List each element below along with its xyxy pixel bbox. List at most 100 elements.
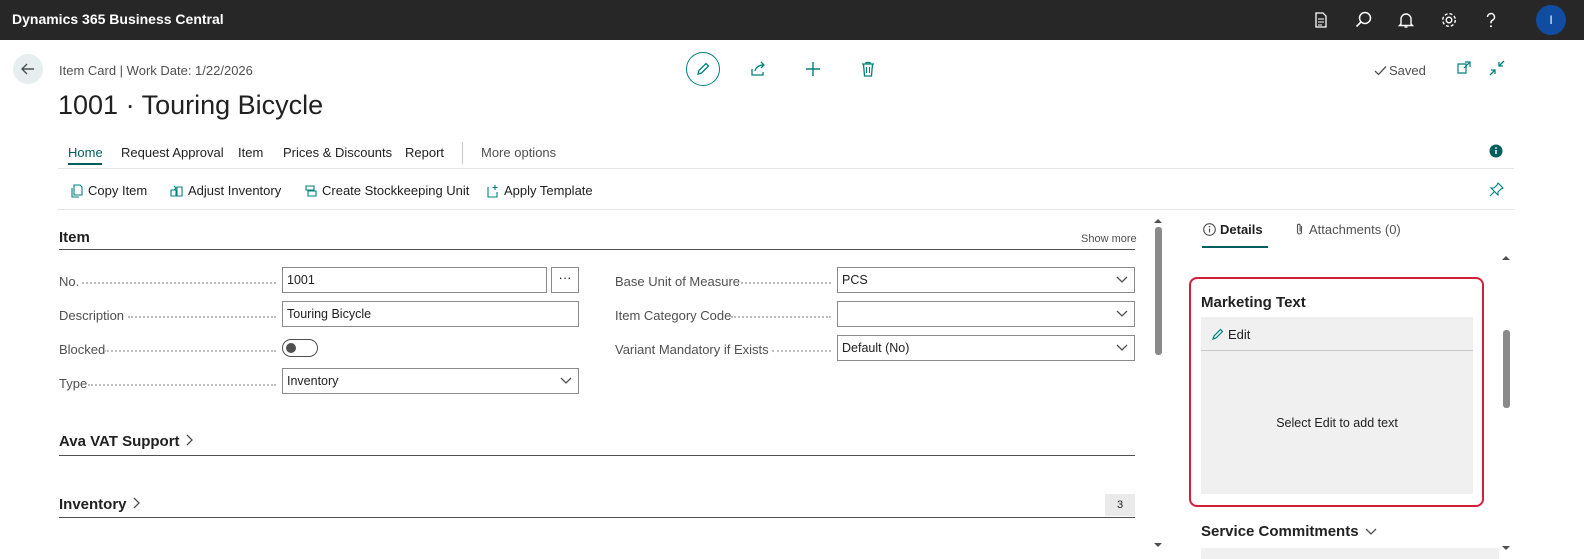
- divider: [58, 168, 1514, 169]
- chevron-down-icon: [560, 377, 572, 384]
- info-icon[interactable]: [1489, 144, 1507, 162]
- create-stockkeeping-unit-label: Create Stockkeeping Unit: [322, 183, 470, 198]
- inventory-icon: [170, 185, 183, 197]
- leader-dots: [88, 378, 276, 386]
- divider: [58, 209, 1514, 210]
- service-commitments-label: Service Commitments: [1201, 523, 1359, 540]
- item-category-select[interactable]: [837, 301, 1135, 327]
- marketing-text-pane: [1201, 317, 1473, 494]
- saved-label: Saved: [1389, 63, 1426, 78]
- leader-dots: [737, 276, 831, 284]
- template-icon: [487, 185, 498, 198]
- leader-dots: [772, 344, 831, 352]
- tab-details[interactable]: Details: [1203, 222, 1263, 237]
- field-label-type: Type: [59, 376, 88, 391]
- section-divider: [59, 455, 1135, 456]
- item-section-title[interactable]: Item: [59, 229, 90, 246]
- open-new-window-icon[interactable]: [1456, 60, 1474, 78]
- add-icon[interactable]: [804, 60, 822, 78]
- edit-button[interactable]: [686, 52, 720, 86]
- tab-request-approval[interactable]: Request Approval: [121, 145, 224, 160]
- assist-edit-button[interactable]: ···: [551, 267, 579, 293]
- back-button[interactable]: [13, 54, 43, 84]
- tab-attachments[interactable]: Attachments (0): [1294, 222, 1401, 237]
- adjust-inventory-label: Adjust Inventory: [188, 183, 282, 198]
- leader-dots: [104, 344, 276, 352]
- chevron-down-icon: [1365, 528, 1377, 535]
- show-more-link[interactable]: Show more: [1081, 233, 1137, 245]
- apply-template-action[interactable]: Apply Template: [486, 183, 593, 198]
- inventory-label: Inventory: [59, 496, 127, 513]
- service-commitments-title[interactable]: Service Commitments: [1201, 523, 1377, 540]
- pin-icon[interactable]: [1489, 182, 1507, 200]
- copy-item-label: Copy Item: [88, 183, 148, 198]
- tab-more-options[interactable]: More options: [481, 145, 556, 160]
- no-field[interactable]: 1001: [282, 267, 547, 293]
- base-unit-select[interactable]: PCS: [837, 267, 1135, 293]
- breadcrumb: Item Card | Work Date: 1/22/2026: [59, 63, 253, 78]
- scroll-down-icon[interactable]: [1501, 544, 1511, 552]
- top-bar: Dynamics 365 Business Central I: [0, 0, 1584, 40]
- pencil-icon: [1212, 328, 1224, 340]
- tab-attachments-label: Attachments (0): [1309, 222, 1401, 237]
- section-divider: [59, 249, 1135, 250]
- copy-item-action[interactable]: Copy Item: [70, 183, 147, 198]
- avatar[interactable]: I: [1536, 5, 1566, 35]
- tab-divider: [462, 142, 463, 164]
- inventory-section-title[interactable]: Inventory: [59, 496, 141, 513]
- blocked-toggle[interactable]: [282, 339, 318, 357]
- scroll-up-icon[interactable]: [1501, 254, 1511, 262]
- leader-dots: [731, 310, 831, 318]
- service-commitments-pane: [1201, 548, 1499, 559]
- chevron-right-icon: [186, 434, 193, 446]
- search-icon[interactable]: [1354, 10, 1374, 30]
- field-label-base-unit: Base Unit of Measure: [615, 274, 741, 289]
- chevron-down-icon: [1116, 276, 1128, 283]
- app-brand[interactable]: Dynamics 365 Business Central: [12, 11, 224, 27]
- collapse-icon[interactable]: [1489, 60, 1507, 78]
- document-icon[interactable]: [1311, 10, 1331, 30]
- pencil-icon: [697, 62, 710, 75]
- description-field[interactable]: Touring Bicycle: [282, 301, 579, 327]
- field-label-no: No.: [59, 274, 80, 289]
- main-scroll-thumb[interactable]: [1155, 227, 1162, 355]
- adjust-inventory-action[interactable]: Adjust Inventory: [170, 183, 281, 198]
- tab-item[interactable]: Item: [238, 145, 263, 160]
- paperclip-icon: [1296, 223, 1303, 235]
- info-outline-icon: [1203, 223, 1216, 236]
- ava-vat-section-title[interactable]: Ava VAT Support: [59, 433, 194, 450]
- share-icon[interactable]: [749, 60, 767, 78]
- variant-mandatory-value: Default (No): [842, 341, 910, 355]
- create-stockkeeping-unit-action[interactable]: Create Stockkeeping Unit: [304, 183, 469, 198]
- active-tab-indicator: [68, 163, 102, 165]
- factbox-scroll-thumb[interactable]: [1503, 330, 1510, 408]
- chevron-right-icon: [133, 497, 140, 509]
- arrow-left-icon: [21, 63, 34, 75]
- field-label-item-category: Item Category Code: [615, 308, 732, 323]
- delete-icon[interactable]: [859, 60, 877, 78]
- stockkeeping-icon: [305, 185, 317, 197]
- saved-status: Saved: [1374, 63, 1426, 78]
- help-icon[interactable]: [1481, 10, 1501, 30]
- field-label-blocked: Blocked: [59, 342, 106, 357]
- tab-home[interactable]: Home: [68, 145, 103, 160]
- tab-details-label: Details: [1220, 222, 1263, 237]
- marketing-text-hint: Select Edit to add text: [1276, 416, 1398, 430]
- apply-template-label: Apply Template: [504, 183, 593, 198]
- bell-icon[interactable]: [1396, 10, 1416, 30]
- variant-mandatory-select[interactable]: Default (No): [837, 335, 1135, 361]
- type-select[interactable]: Inventory: [282, 368, 579, 394]
- tab-report[interactable]: Report: [405, 145, 444, 160]
- chevron-down-icon: [1116, 310, 1128, 317]
- divider: [1201, 350, 1473, 351]
- field-label-description: Description: [59, 308, 125, 323]
- inventory-count-badge: 3: [1105, 494, 1135, 516]
- type-value: Inventory: [287, 374, 339, 388]
- tab-prices-discounts[interactable]: Prices & Discounts: [283, 145, 392, 160]
- gear-icon[interactable]: [1439, 10, 1459, 30]
- ava-vat-label: Ava VAT Support: [59, 433, 180, 450]
- marketing-edit-button[interactable]: Edit: [1211, 327, 1250, 342]
- toggle-knob: [286, 343, 296, 353]
- active-factbox-tab-indicator: [1202, 246, 1268, 248]
- leader-dots: [128, 310, 276, 318]
